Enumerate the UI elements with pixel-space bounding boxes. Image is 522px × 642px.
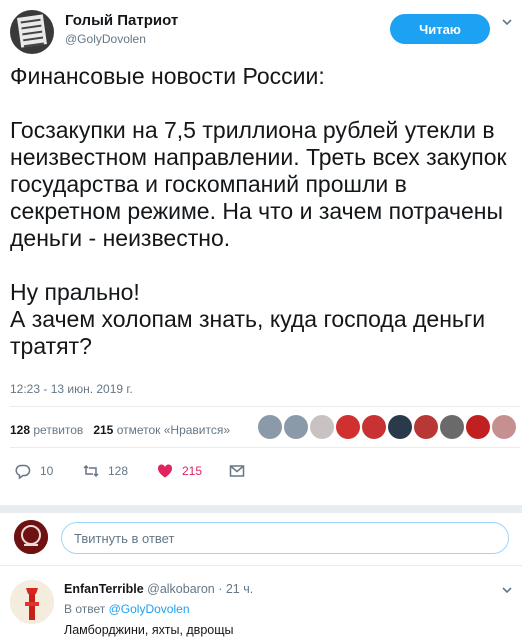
reply-author-name[interactable]: EnfanTerrible (64, 582, 144, 596)
liker-avatar[interactable] (466, 415, 490, 439)
divider (0, 565, 522, 566)
retweet-count: 128 (108, 464, 129, 478)
liker-avatar[interactable] (362, 415, 386, 439)
direct-message-action[interactable] (228, 462, 246, 480)
author-avatar[interactable] (10, 10, 54, 54)
reply-author-handle[interactable]: @alkobaron (147, 582, 215, 596)
section-separator (0, 505, 522, 513)
liker-avatar[interactable] (310, 415, 334, 439)
like-action[interactable]: 215 (156, 462, 202, 480)
reply-author-avatar[interactable] (10, 580, 54, 624)
likers-avatars (258, 415, 516, 439)
reply-icon (15, 464, 31, 480)
message-icon (229, 465, 245, 477)
author-name[interactable]: Голый Патриот (65, 12, 178, 29)
divider (10, 406, 520, 407)
liker-avatar[interactable] (336, 415, 360, 439)
divider (10, 447, 520, 448)
heart-icon (157, 464, 173, 478)
chevron-down-icon[interactable] (501, 584, 513, 596)
liker-avatar[interactable] (284, 415, 308, 439)
likes-stat[interactable]: 215 отметок «Нравится» (93, 423, 230, 437)
liker-avatar[interactable] (258, 415, 282, 439)
reply-count: 10 (40, 464, 54, 478)
liker-avatar[interactable] (492, 415, 516, 439)
liker-avatar[interactable] (388, 415, 412, 439)
retweet-action[interactable]: 128 (82, 462, 128, 480)
reply-author[interactable]: EnfanTerrible @alkobaron · 21 ч. (64, 582, 253, 596)
reply-action[interactable]: 10 (14, 462, 53, 480)
in-reply-to: В ответ @GolyDovolen (64, 602, 190, 616)
retweet-icon (83, 464, 99, 478)
tweet-timestamp[interactable]: 12:23 - 13 июн. 2019 г. (10, 382, 133, 396)
like-count: 215 (182, 464, 203, 478)
reply-mention-link[interactable]: @GolyDovolen (109, 602, 190, 616)
chevron-down-icon[interactable] (501, 16, 513, 28)
author-handle[interactable]: @GolyDovolen (65, 32, 146, 46)
liker-avatar[interactable] (414, 415, 438, 439)
reply-text: Ламборджини, яхты, дврощы (64, 623, 234, 637)
follow-button[interactable]: Читаю (390, 14, 490, 44)
retweets-stat[interactable]: 128 ретвитов (10, 423, 83, 437)
reply-input-placeholder: Твитнуть в ответ (74, 530, 175, 546)
current-user-avatar (14, 520, 48, 554)
tweet-stats: 128 ретвитов 215 отметок «Нравится» (10, 423, 230, 437)
reply-time[interactable]: · 21 ч. (218, 582, 253, 596)
reply-input[interactable]: Твитнуть в ответ (61, 522, 509, 554)
tweet-text: Финансовые новости России: Госзакупки на… (10, 63, 507, 359)
liker-avatar[interactable] (440, 415, 464, 439)
